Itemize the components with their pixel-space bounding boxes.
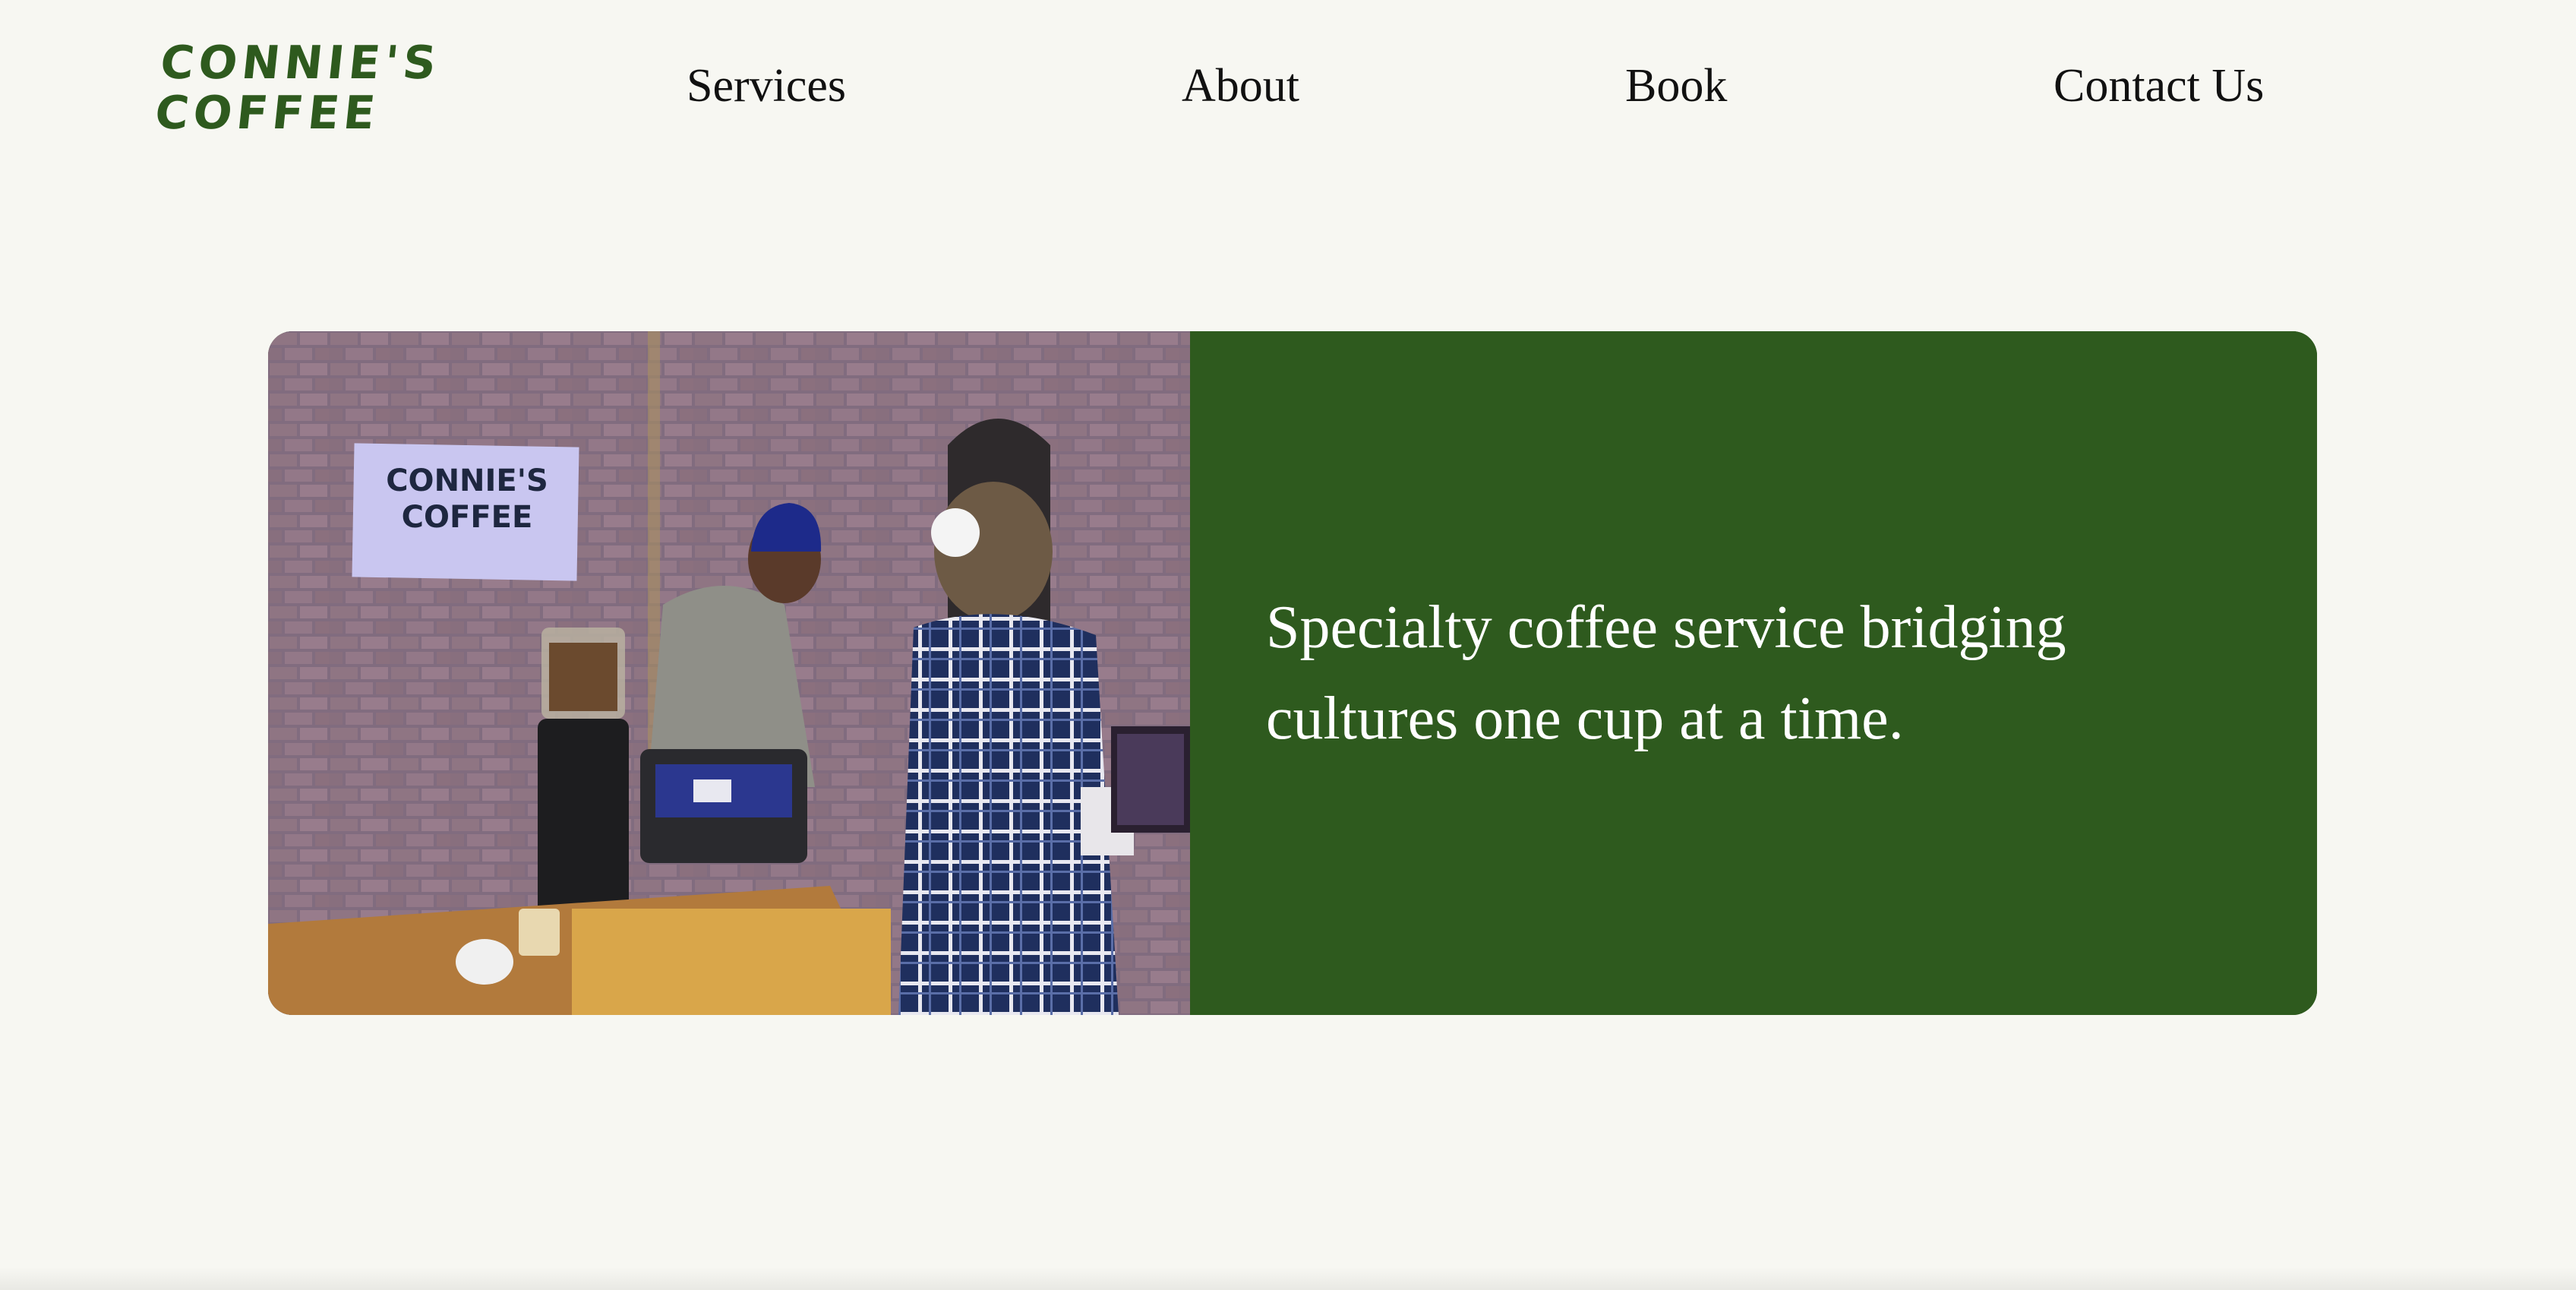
hero-card: CONNIE'S COFFEE Specialty coffee service…	[268, 331, 2317, 1015]
brand-logo[interactable]: CONNIE'S COFFEE	[152, 36, 444, 140]
coffee-grinder	[538, 628, 629, 916]
logo-line-1: CONNIE'S	[157, 36, 444, 90]
page: CONNIE'S COFFEE Services About Book Cont…	[0, 0, 2576, 1290]
nav-link-services[interactable]: Services	[687, 59, 846, 113]
hero-tagline: Specialty coffee service bridging cultur…	[1266, 594, 2066, 752]
coffee-stand-photo: CONNIE'S COFFEE	[268, 331, 1190, 1015]
bottom-shadow	[0, 1267, 2576, 1290]
espresso-machine	[640, 749, 807, 863]
banner-text-1: CONNIE'S	[386, 463, 548, 498]
logo-line-2: COFFEE	[152, 87, 383, 140]
nav-link-book[interactable]: Book	[1625, 59, 1727, 113]
nav-link-contact[interactable]: Contact Us	[2054, 59, 2264, 113]
hero-photo: CONNIE'S COFFEE	[268, 331, 1190, 1015]
banner: CONNIE'S COFFEE	[352, 443, 579, 581]
hero-text-panel: Specialty coffee service bridging cultur…	[1190, 331, 2317, 1015]
nav-link-about[interactable]: About	[1182, 59, 1299, 113]
banner-text-2: COFFEE	[402, 500, 533, 535]
